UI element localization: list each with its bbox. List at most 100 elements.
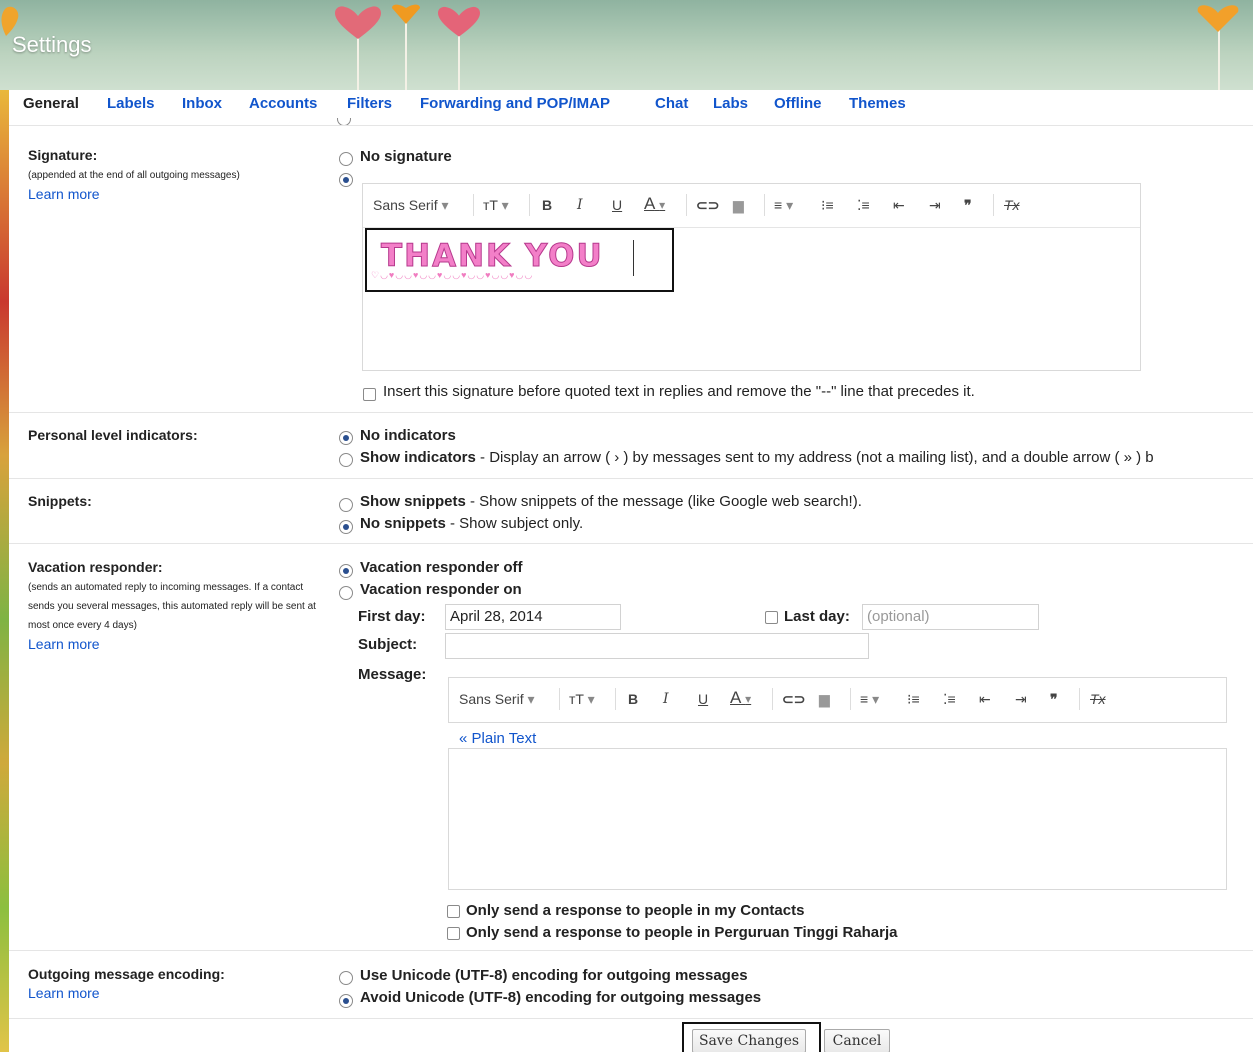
- only-contacts-checkbox[interactable]: [447, 905, 460, 918]
- text-color-icon[interactable]: A ▾: [730, 688, 751, 708]
- first-day-label: First day:: [358, 608, 426, 625]
- no-snippets-radio[interactable]: [339, 520, 353, 534]
- subject-label: Subject:: [358, 636, 418, 653]
- cancel-button[interactable]: Cancel: [824, 1029, 890, 1052]
- signature-editor[interactable]: Sans Serif ▾ ᴛT ▾ B I U A ▾ ⊂⊃ ▆ ≡ ▾ ⁝≡ …: [362, 183, 1141, 371]
- tab-chat[interactable]: Chat: [655, 95, 688, 112]
- align-icon[interactable]: ≡ ▾: [774, 197, 793, 214]
- row-divider: [9, 1018, 1253, 1019]
- link-icon[interactable]: ⊂⊃: [782, 691, 805, 708]
- vacation-off-label: Vacation responder off: [360, 559, 523, 576]
- underline-icon[interactable]: U: [612, 197, 622, 213]
- no-snippets-label: No snippets - Show subject only.: [360, 515, 584, 532]
- tab-forwarding[interactable]: Forwarding and POP/IMAP: [420, 95, 610, 112]
- heart-balloon-icon: [335, 6, 381, 39]
- font-select[interactable]: Sans Serif ▾: [459, 691, 535, 708]
- message-toolbar-box: Sans Serif ▾ ᴛT ▾ B I U A ▾ ⊂⊃ ▆ ≡ ▾ ⁝≡ …: [448, 677, 1227, 723]
- first-day-input[interactable]: April 28, 2014: [445, 604, 621, 630]
- vacation-on-radio[interactable]: [339, 586, 353, 600]
- plain-text-link[interactable]: « Plain Text: [459, 730, 536, 747]
- quote-icon[interactable]: ❞: [964, 197, 972, 214]
- vacation-sub: (sends an automated reply to incoming me…: [28, 582, 316, 631]
- last-day-label: Last day:: [784, 608, 850, 625]
- show-snippets-radio[interactable]: [339, 498, 353, 512]
- use-unicode-radio[interactable]: [339, 971, 353, 985]
- tab-general[interactable]: General: [23, 95, 79, 112]
- heart-balloon-icon: [438, 6, 480, 37]
- only-org-checkbox[interactable]: [447, 927, 460, 940]
- insert-before-label: Insert this signature before quoted text…: [383, 383, 975, 400]
- numbered-list-icon[interactable]: ⁝≡: [821, 197, 834, 214]
- bold-icon[interactable]: B: [628, 691, 638, 707]
- no-signature-radio[interactable]: [339, 152, 353, 166]
- snippets-label: Snippets:: [28, 493, 92, 509]
- clear-formatting-icon[interactable]: Tx: [1004, 197, 1020, 213]
- no-indicators-label: No indicators: [360, 427, 456, 444]
- encoding-learn-more-link[interactable]: Learn more: [28, 985, 100, 1001]
- font-size-icon[interactable]: ᴛT ▾: [483, 197, 509, 214]
- signature-label: Signature:: [28, 147, 98, 163]
- only-org-label: Only send a response to people in Pergur…: [466, 924, 898, 941]
- signature-learn-more-link[interactable]: Learn more: [28, 186, 100, 202]
- text-color-icon[interactable]: A ▾: [644, 194, 665, 214]
- avoid-unicode-label: Avoid Unicode (UTF-8) encoding for outgo…: [360, 989, 762, 1006]
- underline-icon[interactable]: U: [698, 691, 708, 707]
- indent-more-icon[interactable]: ⇥: [1015, 691, 1027, 708]
- indent-more-icon[interactable]: ⇥: [929, 197, 941, 214]
- last-day-checkbox[interactable]: [765, 611, 778, 624]
- quote-icon[interactable]: ❞: [1050, 691, 1058, 708]
- balloon-string: [1218, 22, 1220, 90]
- tab-filters[interactable]: Filters: [347, 95, 392, 112]
- show-indicators-radio[interactable]: [339, 453, 353, 467]
- italic-icon[interactable]: I: [577, 197, 583, 213]
- message-label: Message:: [358, 666, 427, 683]
- vacation-label: Vacation responder:: [28, 559, 163, 575]
- bold-icon[interactable]: B: [542, 197, 552, 213]
- tab-labs[interactable]: Labs: [713, 95, 748, 112]
- align-icon[interactable]: ≡ ▾: [860, 691, 879, 708]
- vacation-learn-more-link[interactable]: Learn more: [28, 636, 100, 652]
- tab-offline[interactable]: Offline: [774, 95, 822, 112]
- tab-accounts[interactable]: Accounts: [249, 95, 317, 112]
- row-divider: [9, 412, 1253, 413]
- signature-image-text: THANK YOU: [381, 238, 604, 275]
- subject-input[interactable]: [445, 633, 869, 659]
- no-indicators-radio[interactable]: [339, 431, 353, 445]
- image-icon[interactable]: ▆: [819, 691, 830, 708]
- tab-themes[interactable]: Themes: [849, 95, 906, 112]
- indent-less-icon[interactable]: ⇤: [893, 197, 905, 214]
- link-icon[interactable]: ⊂⊃: [696, 197, 719, 214]
- italic-icon[interactable]: I: [663, 691, 669, 707]
- save-changes-button[interactable]: Save Changes: [692, 1029, 806, 1052]
- signature-image-decoration: ♡◡♥◡◡♥◡◡♥◡◡♥◡◡♥◡◡♥◡◡: [371, 270, 534, 280]
- row-divider: [9, 950, 1253, 951]
- font-select[interactable]: Sans Serif ▾: [373, 197, 449, 214]
- signature-toolbar: Sans Serif ▾ ᴛT ▾ B I U A ▾ ⊂⊃ ▆ ≡ ▾ ⁝≡ …: [363, 184, 1140, 228]
- clear-formatting-icon[interactable]: Tx: [1090, 691, 1106, 707]
- settings-content: Signature: (appended at the end of all o…: [9, 118, 1253, 1052]
- last-day-input[interactable]: (optional): [862, 604, 1039, 630]
- balloon-string: [458, 30, 460, 90]
- heart-balloon-icon: [1197, 5, 1239, 32]
- message-body-editor[interactable]: [448, 748, 1227, 890]
- tab-labels[interactable]: Labels: [107, 95, 155, 112]
- image-icon[interactable]: ▆: [733, 197, 744, 214]
- use-unicode-label: Use Unicode (UTF-8) encoding for outgoin…: [360, 967, 748, 984]
- font-size-icon[interactable]: ᴛT ▾: [569, 691, 595, 708]
- message-toolbar: Sans Serif ▾ ᴛT ▾ B I U A ▾ ⊂⊃ ▆ ≡ ▾ ⁝≡ …: [449, 678, 1226, 722]
- vacation-off-radio[interactable]: [339, 564, 353, 578]
- custom-signature-radio[interactable]: [339, 173, 353, 187]
- personal-level-label: Personal level indicators:: [28, 427, 198, 443]
- no-signature-label: No signature: [360, 148, 452, 165]
- avoid-unicode-radio[interactable]: [339, 994, 353, 1008]
- theme-header: Settings: [0, 0, 1253, 90]
- signature-sub: (appended at the end of all outgoing mes…: [28, 170, 240, 181]
- insert-before-checkbox[interactable]: [363, 388, 376, 401]
- tab-inbox[interactable]: Inbox: [182, 95, 222, 112]
- bulleted-list-icon[interactable]: ⁚≡: [943, 691, 956, 708]
- only-contacts-label: Only send a response to people in my Con…: [466, 902, 805, 919]
- bulleted-list-icon[interactable]: ⁚≡: [857, 197, 870, 214]
- row-divider: [9, 543, 1253, 544]
- numbered-list-icon[interactable]: ⁝≡: [907, 691, 920, 708]
- indent-less-icon[interactable]: ⇤: [979, 691, 991, 708]
